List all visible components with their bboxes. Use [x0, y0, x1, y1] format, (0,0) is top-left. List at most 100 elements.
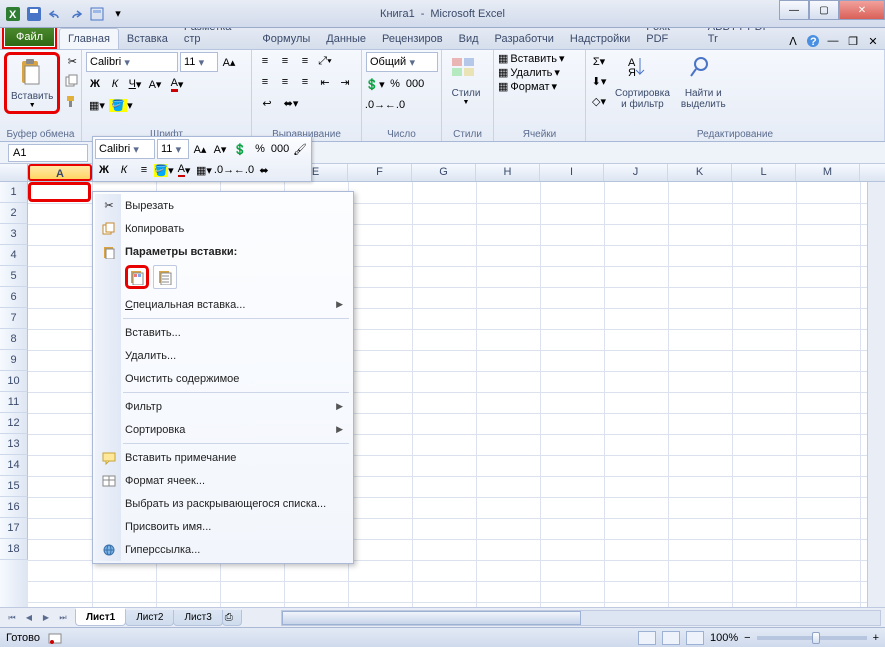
find-select-button[interactable]: Найти и выделить	[677, 52, 730, 112]
paste-option-all[interactable]	[125, 265, 149, 289]
col-header[interactable]: L	[732, 164, 796, 181]
align-center-icon[interactable]: ≡	[276, 73, 294, 91]
row-header[interactable]: 7	[0, 308, 28, 329]
close-button[interactable]: ✕	[839, 0, 885, 20]
orientation-icon[interactable]: ⤢▾	[316, 52, 334, 70]
mini-borders-icon[interactable]: ▦▾	[195, 161, 213, 179]
mini-align-icon[interactable]: ≡	[135, 161, 153, 179]
decrease-font-icon[interactable]: A▾	[146, 75, 164, 93]
mdi-close-icon[interactable]: ✕	[865, 33, 881, 49]
mini-font-combo[interactable]: Calibri▾	[95, 139, 155, 159]
number-format-combo[interactable]: Общий▾	[366, 52, 438, 72]
indent-dec-icon[interactable]: ⇤	[316, 73, 334, 91]
col-header[interactable]: G	[412, 164, 476, 181]
minimize-ribbon-icon[interactable]: ᐱ	[785, 33, 801, 49]
tab-data[interactable]: Данные	[318, 29, 374, 49]
qat-extra-icon[interactable]	[88, 5, 106, 23]
autosum-icon[interactable]: Σ▾	[590, 52, 608, 70]
ctx-clear[interactable]: Очистить содержимое	[95, 367, 351, 390]
align-left-icon[interactable]: ≡	[256, 73, 274, 91]
row-header[interactable]: 13	[0, 434, 28, 455]
hscroll-thumb[interactable]	[282, 611, 581, 625]
zoom-slider[interactable]	[757, 636, 867, 640]
cells-format-button[interactable]: ▦Формат ▾	[498, 80, 557, 93]
ctx-paste-special[interactable]: Специальная вставка... ▶	[95, 293, 351, 316]
sheet-tab-3[interactable]: Лист3	[173, 610, 222, 626]
help-icon[interactable]: ?	[805, 33, 821, 49]
copy-icon[interactable]	[63, 72, 81, 90]
font-size-combo[interactable]: 11▾	[180, 52, 218, 72]
ctx-format-cells[interactable]: Формат ячеек...	[95, 469, 351, 492]
save-icon[interactable]	[25, 5, 43, 23]
underline-icon[interactable]: Ч▾	[126, 75, 144, 93]
inc-decimal-icon[interactable]: .0→	[366, 96, 384, 114]
row-header[interactable]: 3	[0, 224, 28, 245]
cells-delete-button[interactable]: ▦Удалить ▾	[498, 66, 560, 79]
col-header[interactable]: M	[796, 164, 860, 181]
mini-bold-icon[interactable]: Ж	[95, 161, 113, 179]
undo-icon[interactable]	[46, 5, 64, 23]
mini-size-combo[interactable]: 11▾	[157, 139, 189, 159]
tab-insert[interactable]: Вставка	[119, 29, 176, 49]
maximize-button[interactable]: ▢	[809, 0, 839, 20]
view-layout-icon[interactable]	[662, 631, 680, 645]
paste-option-values[interactable]	[153, 265, 177, 289]
tab-view[interactable]: Вид	[451, 29, 487, 49]
mini-currency-icon[interactable]: 💲	[231, 140, 249, 158]
tab-formulas[interactable]: Формулы	[254, 29, 318, 49]
zoom-percent[interactable]: 100%	[710, 632, 738, 644]
sort-filter-button[interactable]: AЯ Сортировка и фильтр	[611, 52, 674, 112]
mini-fill-icon[interactable]: 🪣▾	[155, 161, 173, 179]
col-header[interactable]: H	[476, 164, 540, 181]
name-box[interactable]: A1	[8, 144, 88, 162]
mini-grow-font-icon[interactable]: A▴	[191, 140, 209, 158]
redo-icon[interactable]	[67, 5, 85, 23]
ctx-sort[interactable]: Сортировка▶	[95, 418, 351, 441]
row-header[interactable]: 18	[0, 539, 28, 560]
indent-inc-icon[interactable]: ⇥	[336, 73, 354, 91]
selected-cell-a1[interactable]	[28, 182, 91, 202]
font-color-icon[interactable]: A▾	[166, 75, 188, 93]
mini-font-color-icon[interactable]: A▾	[175, 161, 193, 179]
tab-home[interactable]: Главная	[59, 28, 119, 49]
mini-dec-dec-icon[interactable]: ←.0	[235, 161, 253, 179]
ctx-copy[interactable]: Копировать	[95, 217, 351, 240]
row-header[interactable]: 16	[0, 497, 28, 518]
row-header[interactable]: 6	[0, 287, 28, 308]
align-top-icon[interactable]: ≡	[256, 52, 274, 70]
tab-review[interactable]: Рецензиров	[374, 29, 451, 49]
fill-icon[interactable]: ⬇▾	[590, 72, 608, 90]
col-header[interactable]: I	[540, 164, 604, 181]
align-bottom-icon[interactable]: ≡	[296, 52, 314, 70]
select-all-corner[interactable]	[0, 164, 28, 181]
cut-icon[interactable]: ✂	[63, 52, 81, 70]
col-header[interactable]: K	[668, 164, 732, 181]
macro-record-icon[interactable]	[48, 631, 62, 645]
ctx-delete[interactable]: Удалить...	[95, 344, 351, 367]
row-header[interactable]: 11	[0, 392, 28, 413]
mini-shrink-font-icon[interactable]: A▾	[211, 140, 229, 158]
ctx-cut[interactable]: ✂ Вырезать	[95, 194, 351, 217]
cell-styles-button[interactable]: Стили ▼	[446, 52, 486, 108]
paste-button[interactable]: Вставить ▼	[4, 52, 60, 114]
sheet-first-icon[interactable]: ⏮	[4, 610, 20, 626]
sheet-tab-2[interactable]: Лист2	[125, 610, 174, 626]
mdi-minimize-icon[interactable]: ―	[825, 33, 841, 49]
col-header-a[interactable]: A	[28, 164, 92, 181]
fill-color-icon[interactable]: 🪣▾	[110, 96, 132, 114]
row-header[interactable]: 2	[0, 203, 28, 224]
sheet-last-icon[interactable]: ⏭	[55, 610, 71, 626]
ctx-filter[interactable]: Фильтр▶	[95, 395, 351, 418]
horizontal-scrollbar[interactable]	[281, 610, 881, 626]
col-header[interactable]: F	[348, 164, 412, 181]
ctx-pick-list[interactable]: Выбрать из раскрывающегося списка...	[95, 492, 351, 515]
clear-icon[interactable]: ◇▾	[590, 92, 608, 110]
view-pagebreak-icon[interactable]	[686, 631, 704, 645]
comma-icon[interactable]: 000	[406, 75, 424, 93]
ctx-insert-comment[interactable]: Вставить примечание	[95, 446, 351, 469]
currency-icon[interactable]: 💲▾	[366, 75, 384, 93]
mini-inc-dec-icon[interactable]: .0→	[215, 161, 233, 179]
mini-merge-icon[interactable]: ⬌	[255, 161, 273, 179]
row-header[interactable]: 12	[0, 413, 28, 434]
italic-icon[interactable]: К	[106, 75, 124, 93]
